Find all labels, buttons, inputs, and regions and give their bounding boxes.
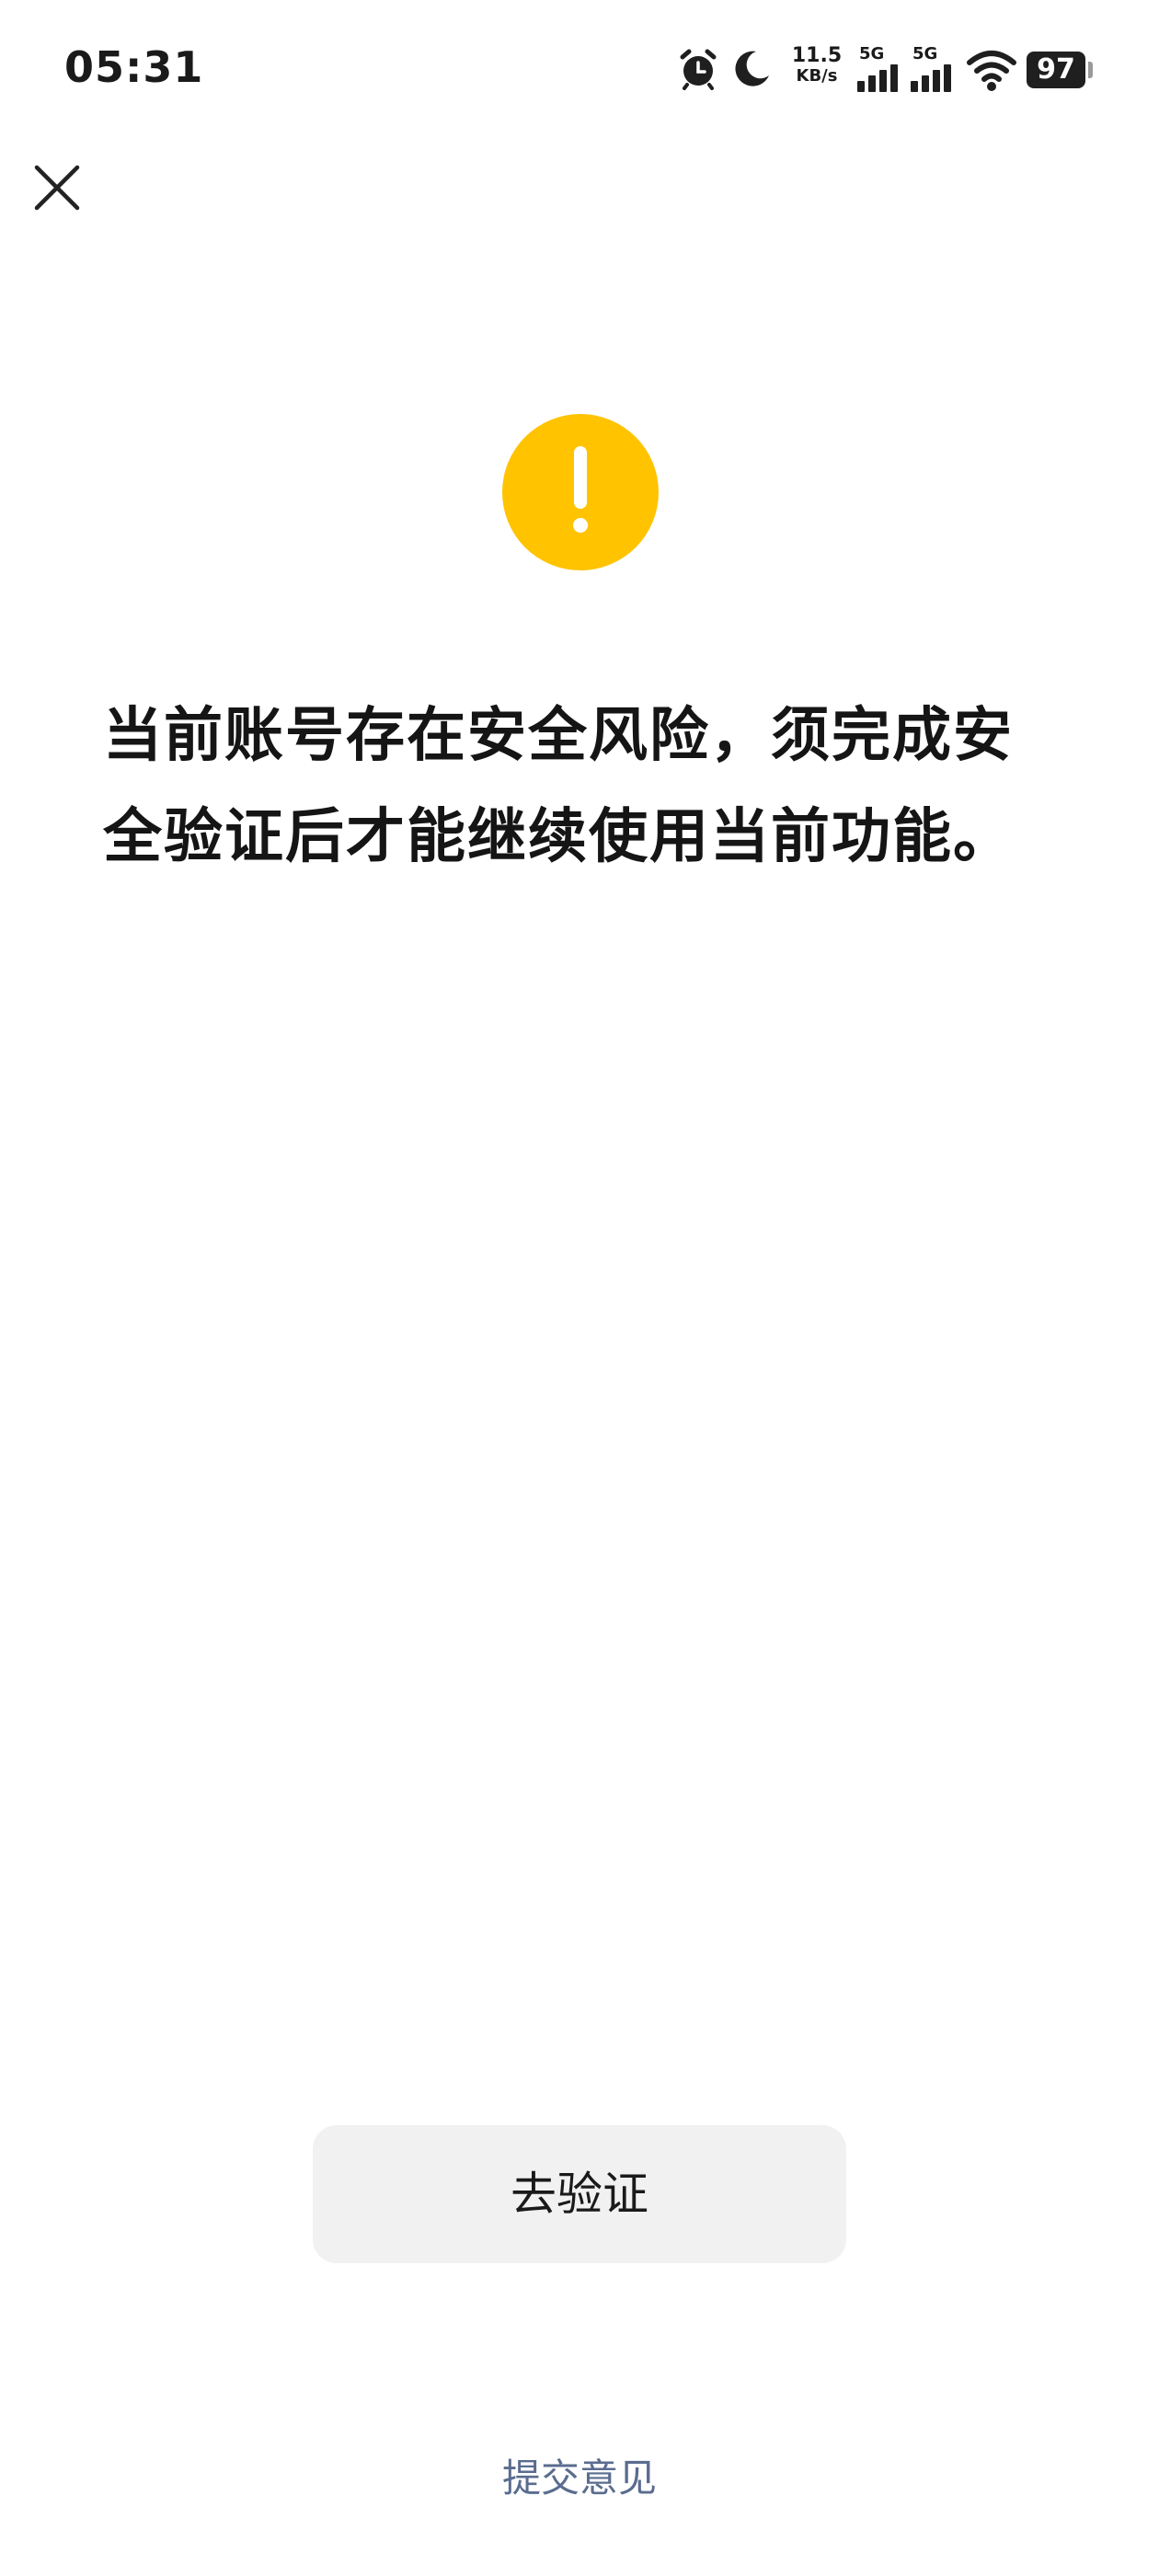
signal-icon bbox=[857, 64, 898, 92]
security-risk-message: 当前账号存在安全风险，须完成安 全验证后才能继续使用当前功能。 bbox=[103, 685, 1069, 888]
wifi-icon bbox=[967, 51, 1016, 91]
network-speed: 11.5 KB/s bbox=[789, 46, 844, 85]
moon-icon bbox=[735, 51, 769, 86]
battery-level: 97 bbox=[1037, 53, 1075, 86]
exclamation-bar bbox=[574, 446, 587, 509]
submit-feedback-link[interactable]: 提交意见 bbox=[0, 2447, 1159, 2503]
alarm-icon bbox=[680, 49, 717, 90]
signal-icon bbox=[911, 64, 951, 92]
close-button[interactable] bbox=[28, 158, 86, 217]
network-speed-unit: KB/s bbox=[796, 66, 838, 86]
exclamation-icon bbox=[502, 414, 659, 570]
verify-button[interactable]: 去验证 bbox=[313, 2125, 846, 2263]
sim2-network-label: 5G bbox=[912, 44, 938, 63]
close-icon bbox=[34, 165, 80, 211]
sim1-network-label: 5G bbox=[859, 44, 885, 63]
battery-tip bbox=[1088, 62, 1093, 78]
message-line-1: 当前账号存在安全风险，须完成安 bbox=[103, 702, 1014, 770]
network-speed-value: 11.5 bbox=[791, 44, 843, 67]
message-line-2: 全验证后才能继续使用当前功能。 bbox=[103, 803, 1014, 871]
status-icons: 11.5 KB/s 5G 5G 97 bbox=[677, 42, 1100, 96]
battery-icon: 97 bbox=[1027, 52, 1085, 88]
status-bar: 05:31 11.5 KB/s 5G 5G 97 bbox=[0, 0, 1159, 138]
status-time: 05:31 bbox=[64, 42, 204, 92]
exclamation-dot bbox=[573, 518, 588, 533]
